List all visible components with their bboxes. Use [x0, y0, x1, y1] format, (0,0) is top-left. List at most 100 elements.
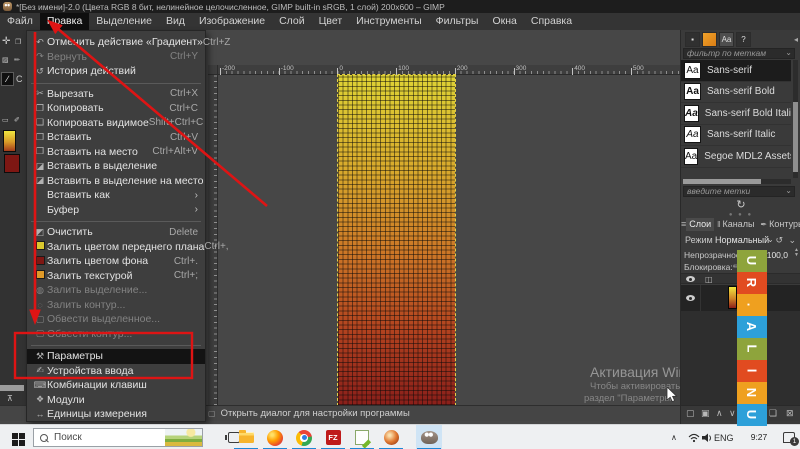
edit-menu-item[interactable]: Вставить как›	[27, 188, 205, 203]
mode-options-icon[interactable]: ⌄	[788, 235, 796, 246]
foreground-color-swatch[interactable]	[3, 130, 16, 152]
help-tab-icon[interactable]: ?	[736, 32, 751, 47]
raise-layer-icon[interactable]: ∧	[716, 408, 723, 419]
menubar-item-вид[interactable]: Вид	[159, 13, 192, 30]
brush-tool-icon[interactable]: ✏	[14, 56, 20, 64]
taskbar-app-gimp-icon[interactable]	[416, 425, 442, 449]
taskbar-app-file-explorer-icon[interactable]	[233, 425, 259, 449]
menubar-item-изображение[interactable]: Изображение	[192, 13, 272, 30]
menubar-item-справка[interactable]: Справка	[524, 13, 579, 30]
tab-слои[interactable]: Слои	[686, 218, 714, 231]
taskbar-app-filezilla-icon[interactable]: FZ	[320, 425, 346, 449]
font-name: Sans-serif	[707, 65, 752, 76]
edit-menu-item[interactable]: Залить текстуройCtrl+;	[27, 269, 205, 284]
dock-tab-arrow-icon[interactable]: ◂	[794, 35, 798, 44]
edit-menu-item[interactable]: ◪Вставить в выделение	[27, 159, 205, 174]
menubar-item-инструменты[interactable]: Инструменты	[349, 13, 428, 30]
menubar-item-цвет[interactable]: Цвет	[312, 13, 350, 30]
edit-menu-item[interactable]: ✂ВырезатьCtrl+X	[27, 87, 205, 102]
edit-menu-item[interactable]: ❐КопироватьCtrl+C	[27, 101, 205, 116]
language-indicator[interactable]: ENG	[714, 425, 734, 449]
taskbar-app-notepad-icon[interactable]	[349, 425, 375, 449]
edit-menu-item[interactable]: ↷ВернутьCtrl+Y	[27, 50, 205, 65]
menubar-item-выделение[interactable]: Выделение	[89, 13, 159, 30]
font-list-item[interactable]: AaSans-serif Bold Italic	[681, 103, 791, 125]
rect-select-tool-icon[interactable]: ▭	[2, 116, 9, 124]
taskbar-app-compass-browser-icon[interactable]	[378, 425, 404, 449]
edit-menu-item[interactable]: ❖Модули	[27, 393, 205, 408]
edit-menu-item[interactable]: ◪Вставить в выделение на место	[27, 174, 205, 189]
edit-menu-item[interactable]: ❒Вставить на местоCtrl+Alt+V	[27, 145, 205, 160]
font-list-hscrollbar[interactable]	[683, 179, 791, 184]
dock-collapse-icon[interactable]: ⊼	[7, 394, 13, 403]
font-list-item[interactable]: AaSans-serif Bold	[681, 82, 791, 104]
selection-tool-icon[interactable]: ❐	[15, 38, 21, 46]
lower-layer-icon[interactable]: ∨	[729, 408, 736, 419]
menubar-item-файл[interactable]: Файл	[0, 13, 40, 30]
panel-grip[interactable]: ● ● ●	[681, 213, 800, 217]
move-tool-icon[interactable]: ✛	[2, 36, 10, 47]
edit-menu-item[interactable]: Залить цветом фонаCtrl+.	[27, 254, 205, 269]
edit-menu-item[interactable]: ▢Обвести контур...	[27, 327, 205, 342]
edit-menu-item[interactable]: ▢Обвести выделенное...	[27, 312, 205, 327]
start-button-icon[interactable]	[12, 433, 18, 439]
edit-menu-item[interactable]: ◩ОчиститьDelete	[27, 225, 205, 240]
wifi-icon[interactable]	[688, 433, 700, 449]
notification-center-icon[interactable]: 1	[783, 425, 795, 449]
tab-контуры[interactable]: ✒Контуры	[757, 218, 800, 231]
tab-каналы[interactable]: ‖Каналы	[714, 218, 757, 231]
taskbar-search[interactable]: Поиск	[33, 428, 203, 447]
tray-chevron-up-icon[interactable]: ∧	[671, 425, 677, 449]
patterns-tab-icon[interactable]	[702, 32, 717, 47]
edit-menu-item[interactable]: ↔Единицы измерения	[27, 407, 205, 422]
mode-reset-icon[interactable]: ↺	[775, 235, 783, 246]
visibility-eye-icon[interactable]	[686, 295, 695, 301]
new-layer-icon[interactable]: ▢	[686, 408, 695, 419]
edit-menu-item[interactable]: ⚒Параметры	[27, 349, 205, 364]
ink-tool-icon[interactable]: ✐	[14, 116, 20, 124]
font-list-item[interactable]: AaSegoe MDL2 Assets	[681, 146, 791, 168]
edit-menu-item[interactable]: ↺История действий	[27, 64, 205, 79]
font-list-item[interactable]: AaSans-serif	[681, 60, 791, 82]
edit-menu-item[interactable]: Залить цветом переднего планаCtrl+,	[27, 240, 205, 255]
pencil-tool-selected-icon[interactable]: ∕	[1, 72, 14, 86]
menubar-item-слой[interactable]: Слой	[272, 13, 312, 30]
chevron-down-icon[interactable]: ⌄	[785, 186, 792, 195]
spinner-icons[interactable]: ▲▼	[794, 248, 799, 258]
taskbar-app-firefox-icon[interactable]	[262, 425, 288, 449]
mode-value[interactable]: Нормальный	[715, 235, 769, 245]
font-tags-field[interactable]: введите метки ⌄	[683, 186, 795, 197]
refresh-fonts-button[interactable]: ↻	[681, 199, 800, 212]
edit-menu-item[interactable]: Буфер›	[27, 203, 205, 218]
edit-menu-item[interactable]: ❒ВставитьCtrl+V	[27, 130, 205, 145]
taskbar-app-chrome-icon[interactable]	[291, 425, 317, 449]
font-list-vscrollbar[interactable]	[793, 60, 798, 178]
font-list-item[interactable]: AaSans-serif Italic	[681, 125, 791, 147]
toolbox-scrollbar[interactable]	[0, 385, 24, 391]
edit-menu-item[interactable]: ↶Отменить действие «Градиент»Ctrl+Z	[27, 35, 205, 50]
delete-layer-icon[interactable]: ⊠	[786, 408, 794, 419]
font-filter-field[interactable]: фильтр по меткам ⌄	[683, 48, 795, 59]
fonts-tab-icon[interactable]: Aa	[719, 32, 734, 47]
menubar-item-правка[interactable]: Правка	[40, 13, 89, 30]
brushes-tab-icon[interactable]: ▪	[685, 32, 700, 47]
background-color-swatch[interactable]	[4, 154, 20, 173]
edit-menu-item[interactable]: ✍Устройства ввода	[27, 364, 205, 379]
taskbar-clock[interactable]: 9:27 04.11.2024	[737, 427, 781, 449]
edit-menu-item[interactable]: ◍Залить выделение...	[27, 283, 205, 298]
visibility-eye-icon[interactable]	[686, 276, 695, 282]
volume-icon[interactable]	[702, 433, 713, 449]
edit-menu-item[interactable]: ⌨Комбинации клавиш	[27, 378, 205, 393]
chevron-down-icon[interactable]: ⌄	[767, 235, 774, 244]
edit-menu-item[interactable]: ◌Залить контур...	[27, 298, 205, 313]
fill-tool-icon[interactable]: ▨	[2, 56, 9, 64]
menubar-item-фильтры[interactable]: Фильтры	[429, 13, 486, 30]
duplicate-layer-icon[interactable]: ❏	[769, 408, 777, 419]
menubar-item-окна[interactable]: Окна	[485, 13, 523, 30]
opacity-value[interactable]: 100,0	[767, 250, 788, 260]
canvas-image-gradient[interactable]	[338, 75, 455, 405]
weather-thumbnail-icon[interactable]	[165, 429, 202, 446]
chevron-down-icon[interactable]: ⌄	[785, 48, 792, 57]
new-group-icon[interactable]: ▣	[701, 408, 710, 419]
edit-menu-item[interactable]: ❑Копировать видимоеShift+Ctrl+C	[27, 116, 205, 131]
